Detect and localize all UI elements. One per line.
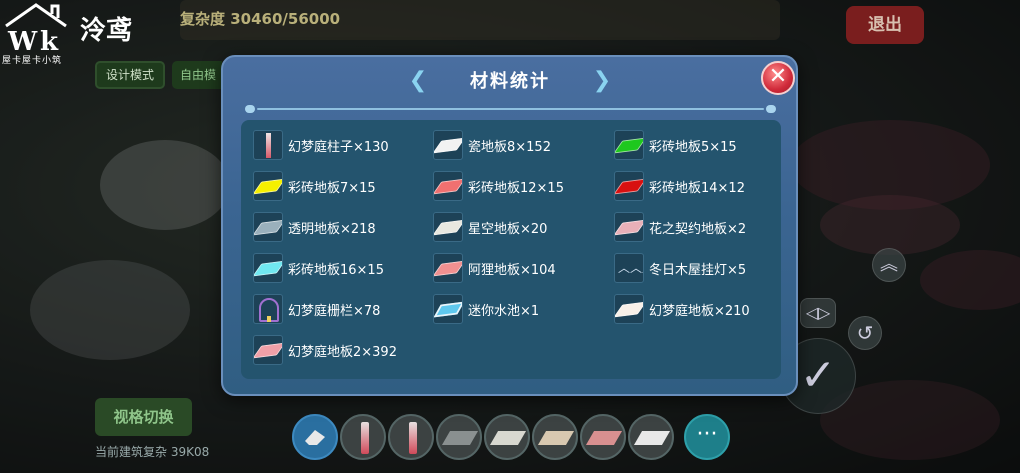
material-label: 阿狸地板×104 xyxy=(468,263,556,278)
material-item: 彩砖地板12×15 xyxy=(421,171,596,201)
double-chevron-up-icon: ︽ xyxy=(880,254,898,275)
hotbar-slot-tile[interactable] xyxy=(484,414,530,460)
floor-tile-icon xyxy=(253,335,283,365)
floor-tile-icon xyxy=(253,171,283,201)
material-item: 幻梦庭地板2×392 xyxy=(241,335,416,365)
material-item: 阿狸地板×104 xyxy=(421,253,596,283)
eraser-icon xyxy=(305,430,325,445)
hotbar-slot-tile[interactable] xyxy=(532,414,578,460)
mirror-button[interactable]: ◁▷ xyxy=(800,298,836,328)
pillar-icon xyxy=(409,422,417,454)
floor-tile-icon xyxy=(433,130,463,160)
tile-icon xyxy=(633,431,671,445)
material-item: 彩砖地板5×15 xyxy=(602,130,777,160)
divider-end xyxy=(766,105,776,113)
material-item: 瓷地板8×152 xyxy=(421,130,596,160)
material-item: 彩砖地板7×15 xyxy=(241,171,416,201)
rotate-button[interactable]: ↺ xyxy=(848,316,882,350)
material-item: 幻梦庭柱子×130 xyxy=(241,130,416,160)
fence-icon xyxy=(253,294,283,324)
material-item: 花之契约地板×2 xyxy=(602,212,777,242)
svg-text:W: W xyxy=(7,27,38,54)
watermark-subtitle: 屋卡屋卡小筑 xyxy=(2,56,63,66)
dialog-title-bar: ❮ 材料统计 ❯ xyxy=(403,65,617,97)
complexity-counter: 复杂度 30460/56000 xyxy=(180,10,341,28)
material-label: 彩砖地板16×15 xyxy=(288,263,384,278)
divider-line xyxy=(257,108,764,110)
divider-end xyxy=(245,105,255,113)
material-label: 迷你水池×1 xyxy=(468,304,540,319)
floor-tile-icon xyxy=(253,212,283,242)
material-item: 透明地板×218 xyxy=(241,212,416,242)
material-label: 花之契约地板×2 xyxy=(649,222,747,237)
material-label: 彩砖地板14×12 xyxy=(649,181,745,196)
hotbar-slot-pillar[interactable] xyxy=(340,414,386,460)
material-label: 幻梦庭地板×210 xyxy=(649,304,750,319)
material-list: 幻梦庭柱子×130 瓷地板8×152 彩砖地板5×15 彩砖地板7×15 彩砖地板12×… xyxy=(241,120,781,379)
floor-tile-icon xyxy=(614,294,644,324)
hotbar-slot-tile[interactable] xyxy=(628,414,674,460)
floor-tile-icon xyxy=(614,212,644,242)
move-up-button[interactable]: ︽ xyxy=(872,248,906,282)
material-item: 星空地板×20 xyxy=(421,212,596,242)
material-label: 瓷地板8×152 xyxy=(468,140,551,155)
building-complexity-text: 当前建筑复杂 39K08 xyxy=(95,445,210,459)
material-label: 透明地板×218 xyxy=(288,222,376,237)
item-hotbar: ··· xyxy=(292,414,732,464)
material-item: ︿︿︿ 冬日木屋挂灯×5 xyxy=(602,253,777,283)
exit-button[interactable]: 退出 xyxy=(846,6,924,44)
title-divider xyxy=(243,105,778,113)
design-mode-button[interactable]: 设计模式 xyxy=(95,61,165,89)
rotate-icon: ↺ xyxy=(856,321,874,345)
material-item: 迷你水池×1 xyxy=(421,294,596,324)
watermark-name: 泠鸢 xyxy=(80,16,133,46)
close-button[interactable]: ✕ xyxy=(761,61,795,95)
floor-tile-icon xyxy=(433,171,463,201)
pillar-icon xyxy=(253,130,283,160)
floor-tile-icon xyxy=(614,130,644,160)
view-switch-button[interactable]: 视格切换 xyxy=(95,398,192,436)
floor-tile-icon xyxy=(614,171,644,201)
svg-text:k: k xyxy=(40,27,59,54)
hotbar-slot-eraser[interactable] xyxy=(292,414,338,460)
material-label: 冬日木屋挂灯×5 xyxy=(649,263,747,278)
close-icon: ✕ xyxy=(768,64,788,89)
dialog-title: 材料统计 xyxy=(470,71,550,92)
floor-tile-icon xyxy=(433,212,463,242)
hotbar-slot-tile[interactable] xyxy=(580,414,626,460)
tile-icon xyxy=(441,431,479,445)
floor-tile-icon xyxy=(253,253,283,283)
free-mode-button[interactable]: 自由模 xyxy=(172,61,222,89)
floor-tile-icon xyxy=(433,253,463,283)
tile-icon xyxy=(537,431,575,445)
watermark-logo: W k 泠鸢 屋卡屋卡小筑 xyxy=(0,0,150,68)
material-label: 彩砖地板7×15 xyxy=(288,181,376,196)
pool-icon xyxy=(433,294,463,324)
mirror-icon: ◁▷ xyxy=(805,303,831,322)
material-stats-dialog: ❮ 材料统计 ❯ ✕ 幻梦庭柱子×130 瓷地板8×152 彩砖地板5×15 彩砖地板… xyxy=(221,55,798,396)
pillar-icon xyxy=(361,422,369,454)
material-label: 星空地板×20 xyxy=(468,222,548,237)
string-lights-icon: ︿︿︿ xyxy=(614,253,644,283)
hotbar-more-button[interactable]: ··· xyxy=(684,414,730,460)
material-item: 幻梦庭地板×210 xyxy=(602,294,777,324)
tile-icon xyxy=(585,431,623,445)
material-item: 幻梦庭栅栏×78 xyxy=(241,294,416,324)
swirl-ornament-icon: ❯ xyxy=(592,68,612,93)
material-label: 幻梦庭柱子×130 xyxy=(288,140,389,155)
material-label: 幻梦庭地板2×392 xyxy=(288,345,397,360)
material-label: 彩砖地板5×15 xyxy=(649,140,737,155)
material-item: 彩砖地板14×12 xyxy=(602,171,777,201)
checkmark-icon: ✓ xyxy=(799,350,837,401)
material-label: 彩砖地板12×15 xyxy=(468,181,564,196)
hotbar-slot-pillar[interactable] xyxy=(388,414,434,460)
material-label: 幻梦庭栅栏×78 xyxy=(288,304,381,319)
house-logo-icon: W k xyxy=(5,3,67,54)
hotbar-slot-tile[interactable] xyxy=(436,414,482,460)
tile-icon xyxy=(489,431,527,445)
material-item: 彩砖地板16×15 xyxy=(241,253,416,283)
